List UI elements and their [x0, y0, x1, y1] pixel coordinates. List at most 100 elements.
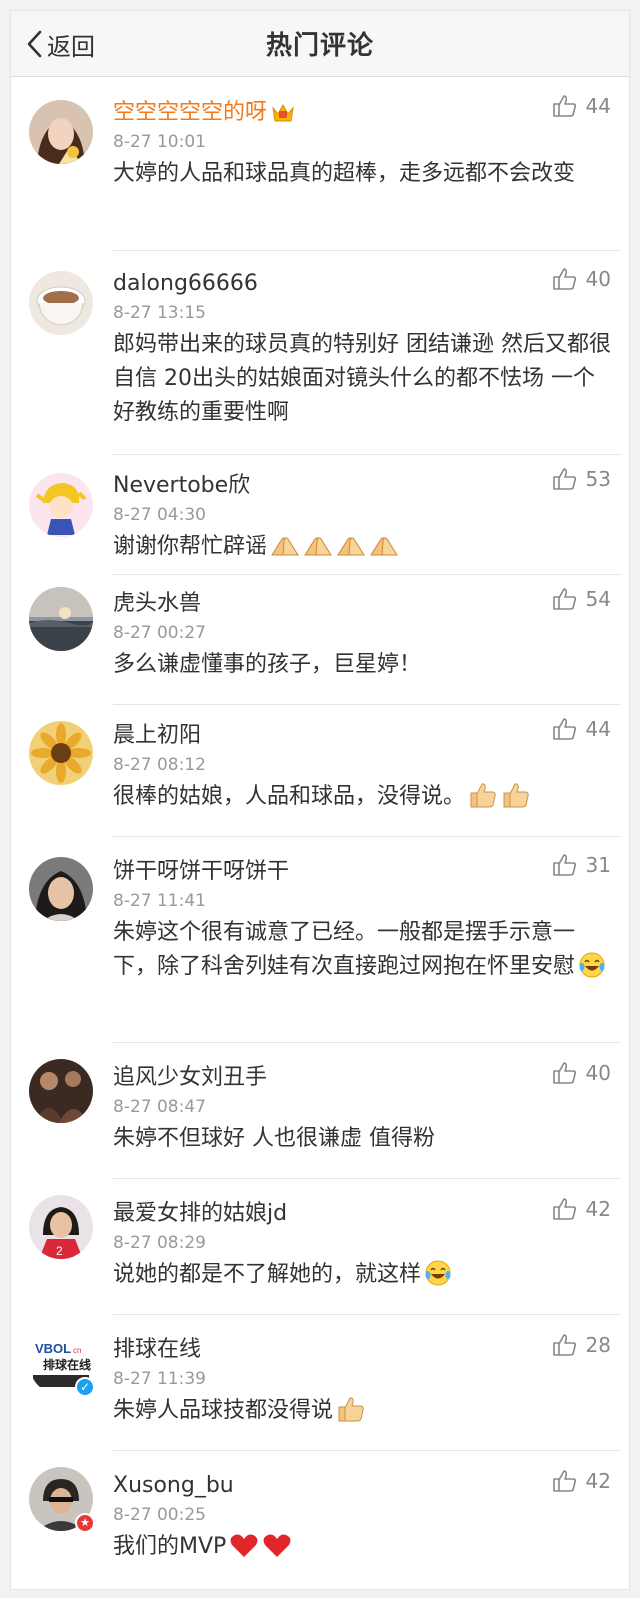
comment-time: 8-27 08:12: [113, 755, 206, 775]
comment-text-row: 谢谢你帮忙辟谣: [113, 530, 613, 564]
like-count: 42: [585, 1197, 611, 1221]
thumbs-up-emoji-icon: [470, 783, 496, 808]
comment-item: 饼干呀饼干呀饼干 8-27 11:41 朱婷这个很有诚意了已经。一般都是摆手示意…: [11, 837, 629, 1043]
avatar[interactable]: 2: [29, 1195, 93, 1259]
praying-hands-icon: [370, 537, 398, 556]
comment-username[interactable]: 排球在线: [113, 1335, 613, 1365]
comment-text: 说她的都是不了解她的，就这样: [113, 1262, 422, 1287]
avatar[interactable]: [29, 473, 93, 537]
comment-text: 朱婷不但球好 人也很谦虚 值得粉: [113, 1126, 435, 1151]
tears-of-joy-icon: [579, 952, 605, 978]
like-button[interactable]: 53: [552, 467, 611, 491]
thumbs-up-icon: [552, 1198, 576, 1220]
avatar[interactable]: [29, 271, 93, 335]
like-button[interactable]: 44: [552, 717, 611, 741]
comment-text: 朱婷人品球技都没得说: [113, 1398, 334, 1423]
thumbs-up-icon: [552, 1470, 576, 1492]
praying-hands-icon: [271, 537, 299, 556]
praying-hands-icon: [337, 537, 365, 556]
like-count: 44: [585, 94, 611, 118]
comment-time: 8-27 11:41: [113, 891, 206, 911]
comment-username[interactable]: Xusong_bu: [113, 1471, 613, 1501]
comment-text-row: 朱婷人品球技都没得说: [113, 1394, 613, 1428]
comment-time: 8-27 08:47: [113, 1097, 206, 1117]
comment-username[interactable]: Nevertobe欣: [113, 471, 613, 501]
thumbs-up-icon: [552, 468, 576, 490]
thumbs-up-icon: [552, 1334, 576, 1356]
avatar[interactable]: [29, 1059, 93, 1123]
screen: 返回 热门评论 空空空空空的呀 8-27 10:01 大婷的人品和球品真的超棒，…: [10, 10, 630, 1590]
page-title: 热门评论: [265, 31, 374, 61]
thumbs-up-emoji-icon: [503, 783, 529, 808]
like-button[interactable]: 31: [552, 853, 611, 877]
comment-text-row: 说她的都是不了解她的，就这样: [113, 1258, 613, 1292]
comment-username[interactable]: 晨上初阳: [113, 721, 613, 751]
thumbs-up-icon: [552, 854, 576, 876]
crown-icon: [272, 103, 294, 122]
comment-time: 8-27 00:25: [113, 1505, 206, 1525]
comment-time: 8-27 11:39: [113, 1369, 206, 1389]
comment-username[interactable]: 虎头水兽: [113, 589, 613, 619]
comment-time: 8-27 13:15: [113, 303, 206, 323]
thumbs-up-emoji-icon: [338, 1397, 364, 1422]
avatar[interactable]: [29, 100, 93, 164]
comment-text: 我们的MVP: [113, 1534, 227, 1559]
comment-username[interactable]: 追风少女刘丑手: [113, 1063, 613, 1093]
comment-time: 8-27 04:30: [113, 505, 206, 525]
comment-item: 追风少女刘丑手 8-27 08:47 朱婷不但球好 人也很谦虚 值得粉 40: [11, 1043, 629, 1179]
comment-username[interactable]: 最爱女排的姑娘jd: [113, 1199, 613, 1229]
comment-item: 2 最爱女排的姑娘jd 8-27 08:29 说她的都是不了解她的，就这样 42: [11, 1179, 629, 1315]
comment-username[interactable]: 空空空空空的呀: [113, 98, 613, 128]
like-count: 42: [585, 1469, 611, 1493]
avatar[interactable]: [29, 721, 93, 785]
comment-text: 很棒的姑娘，人品和球品，没得说。: [113, 784, 466, 809]
like-count: 28: [585, 1333, 611, 1357]
thumbs-up-icon: [552, 95, 576, 117]
like-button[interactable]: 40: [552, 1061, 611, 1085]
comment-text: 谢谢你帮忙辟谣: [113, 534, 268, 559]
avatar[interactable]: [29, 587, 93, 651]
back-button[interactable]: 返回: [25, 11, 95, 77]
comment-text: 多么谦虚懂事的孩子，巨星婷！: [113, 652, 422, 677]
comment-text: 大婷的人品和球品真的超棒，走多远都不会改变: [113, 161, 576, 186]
comment-username[interactable]: dalong66666: [113, 269, 613, 299]
svg-text:VBOL: VBOL: [35, 1341, 71, 1356]
comment-item: VBOL cn 排球在线 ✓ 排球在线 8-27 11:39 朱婷人品球技都没得说 …: [11, 1315, 629, 1451]
like-button[interactable]: 28: [552, 1333, 611, 1357]
like-count: 40: [585, 1061, 611, 1085]
tears-of-joy-icon: [425, 1260, 451, 1286]
like-button[interactable]: 40: [552, 267, 611, 291]
chevron-left-icon: [27, 30, 42, 58]
avatar[interactable]: ★: [29, 1467, 95, 1533]
comment-text-row: 我们的MVP: [113, 1530, 613, 1564]
like-button[interactable]: 44: [552, 94, 611, 118]
comment-item: 晨上初阳 8-27 08:12 很棒的姑娘，人品和球品，没得说。 44: [11, 705, 629, 837]
comment-text-row: 很棒的姑娘，人品和球品，没得说。: [113, 780, 613, 814]
like-count: 31: [585, 853, 611, 877]
avatar[interactable]: VBOL cn 排球在线 ✓: [29, 1331, 95, 1397]
like-count: 53: [585, 467, 611, 491]
comment-text: 朱婷这个很有诚意了已经。一般都是摆手示意一下，除了科舍列娃有次直接跑过网抱在怀里…: [113, 920, 576, 979]
red-heart-icon: [230, 1534, 258, 1557]
logo-text: 排球在线: [43, 1357, 91, 1372]
comment-text-row: 朱婷这个很有诚意了已经。一般都是摆手示意一下，除了科舍列娃有次直接跑过网抱在怀里…: [113, 916, 613, 984]
comment-item: dalong66666 8-27 13:15 郎妈带出来的球员真的特别好 团结谦…: [11, 251, 629, 455]
avatar[interactable]: [29, 857, 93, 921]
comment-item: Nevertobe欣 8-27 04:30 谢谢你帮忙辟谣 53: [11, 455, 629, 575]
comment-list: 空空空空空的呀 8-27 10:01 大婷的人品和球品真的超棒，走多远都不会改变…: [11, 78, 629, 1589]
like-button[interactable]: 54: [552, 587, 611, 611]
comment-text: 郎妈带出来的球员真的特别好 团结谦逊 然后又都很自信 20出头的姑娘面对镜头什么…: [113, 332, 611, 425]
comment-time: 8-27 00:27: [113, 623, 206, 643]
comment-item: 空空空空空的呀 8-27 10:01 大婷的人品和球品真的超棒，走多远都不会改变…: [11, 78, 629, 251]
comment-time: 8-27 08:29: [113, 1233, 206, 1253]
red-heart-icon: [263, 1534, 291, 1557]
svg-text:2: 2: [56, 1244, 63, 1258]
like-button[interactable]: 42: [552, 1469, 611, 1493]
comment-username[interactable]: 饼干呀饼干呀饼干: [113, 857, 613, 887]
comment-item: 虎头水兽 8-27 00:27 多么谦虚懂事的孩子，巨星婷！ 54: [11, 575, 629, 705]
thumbs-up-icon: [552, 718, 576, 740]
like-button[interactable]: 42: [552, 1197, 611, 1221]
thumbs-up-icon: [552, 588, 576, 610]
thumbs-up-icon: [552, 268, 576, 290]
nav-bar: 返回 热门评论: [11, 11, 629, 77]
